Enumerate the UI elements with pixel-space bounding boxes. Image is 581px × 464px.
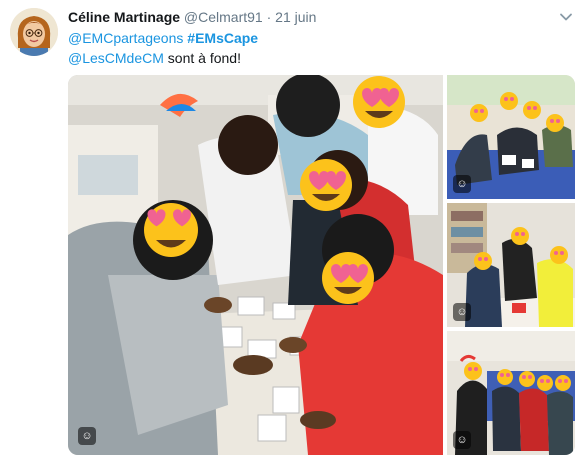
mention-link[interactable]: @LesCMdeCM [68,50,164,66]
tweet-timestamp[interactable]: 21 juin [275,9,316,25]
separator-dot: · [266,9,272,25]
media-photo-2[interactable]: ☺ [447,203,575,327]
hashtag-link[interactable]: #EMsCape [187,30,258,46]
mention-link[interactable]: @EMCpartageons [68,30,183,46]
author-name[interactable]: Céline Martinage [68,9,180,25]
heart-eyes-emoji-icon [353,76,405,128]
heart-eyes-emoji-icon [300,159,352,211]
media-photo-1[interactable]: ☺ [447,75,575,199]
tweet-media-grid: ☺ ☺ ☺ ☺ [68,75,575,455]
media-photo-main[interactable]: ☺ [68,75,443,455]
author-avatar[interactable] [10,8,58,56]
media-badge-icon: ☺ [78,427,96,445]
author-handle[interactable]: @Celmart91 [184,9,263,25]
heart-eyes-emoji-icon [144,203,198,257]
tweet-text: @EMCpartageons #EMsCape @LesCMdeCM sont … [68,28,568,68]
chevron-down-icon[interactable] [559,10,573,24]
media-photo-3[interactable]: ☺ [447,331,575,455]
heart-eyes-emoji-icon [322,252,374,304]
avatar-cartoon [10,8,58,56]
tweet-header: Céline Martinage @Celmart91 · 21 juin [68,8,316,26]
media-badge-icon: ☺ [453,303,471,321]
tweet-text-tail: sont à fond! [163,50,241,66]
media-badge-icon: ☺ [453,175,471,193]
media-badge-icon: ☺ [453,431,471,449]
